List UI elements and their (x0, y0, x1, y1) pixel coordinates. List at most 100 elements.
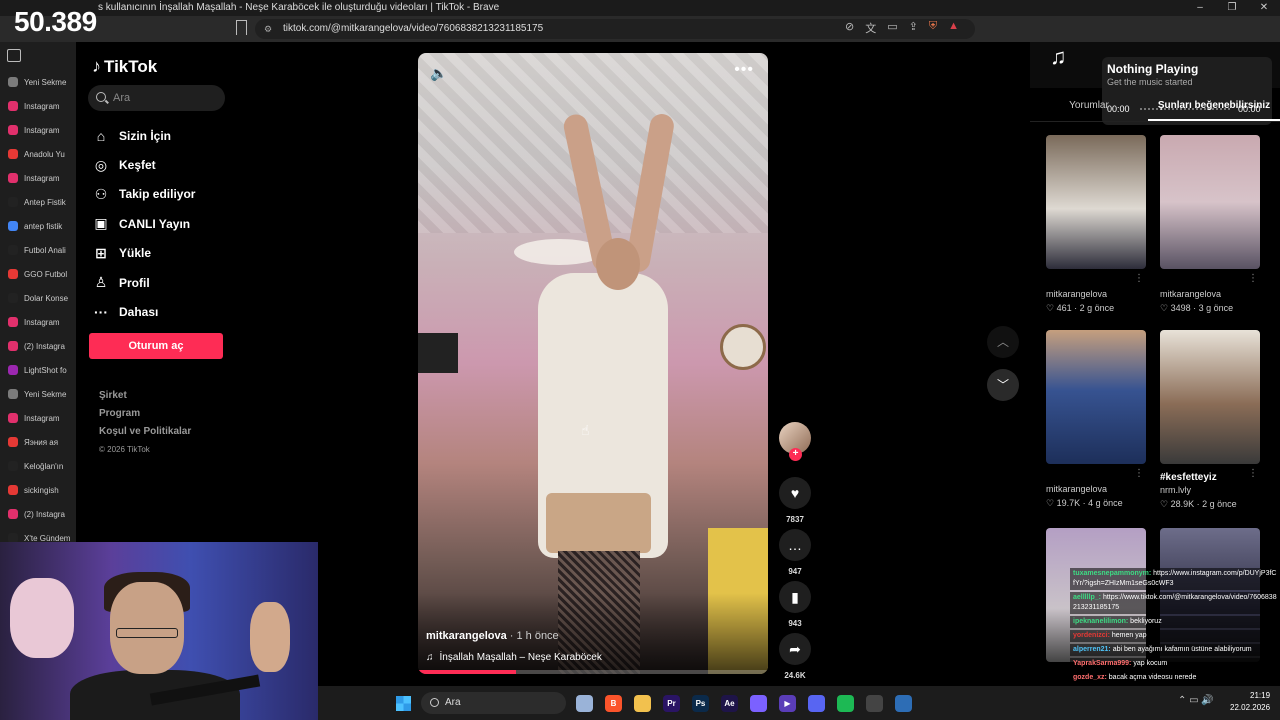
nav-item[interactable]: ♙ Profil (92, 268, 195, 297)
taskbar-app-icon[interactable]: B (605, 695, 622, 712)
previous-video-button[interactable]: ︿ (987, 326, 1019, 358)
video-thumbnail[interactable] (1160, 135, 1260, 269)
taskbar-clock[interactable]: 21:19 22.02.2026 (1230, 690, 1270, 714)
card-username[interactable]: mitkarangelova (1046, 484, 1146, 494)
windows-start-icon[interactable] (396, 696, 411, 711)
browser-tab[interactable]: antep fistik (0, 214, 76, 238)
chat-username: alperren21: (1073, 646, 1111, 653)
brave-rewards-icon[interactable]: ▲ (948, 20, 959, 36)
taskbar-app-icon[interactable] (634, 695, 651, 712)
browser-tab[interactable]: Anadolu Yu (0, 142, 76, 166)
tab-suggested[interactable]: Şunları beğenebilirsiniz (1148, 94, 1280, 121)
browser-tab[interactable]: LightShot fo (0, 358, 76, 382)
login-button[interactable]: Oturum aç (89, 333, 223, 359)
tab-comments[interactable]: Yorumlar (1030, 94, 1148, 121)
browser-tab[interactable]: Instagram (0, 406, 76, 430)
card-more-icon[interactable]: ⋮ (1134, 273, 1144, 284)
browser-tab[interactable]: Instagram (0, 166, 76, 190)
card-stats: ♡ 3498 · 3 g önce (1160, 303, 1234, 313)
tab-favicon-icon (8, 197, 18, 207)
video-music[interactable]: ♫ İnşallah Maşallah – Neşe Karaböcek (426, 652, 602, 663)
tiktok-logo[interactable]: ♪ TikTok (92, 56, 157, 77)
nav-item[interactable]: ⊞ Yükle (92, 239, 195, 268)
browser-tab[interactable]: Dolar Konse (0, 286, 76, 310)
card-more-icon[interactable]: ⋮ (1134, 468, 1144, 479)
taskbar-app-icon[interactable] (895, 695, 912, 712)
taskbar-search[interactable]: Ara (421, 692, 566, 714)
music-note-icon: ♫ (1050, 44, 1067, 69)
taskbar-app-icon[interactable]: Pr (663, 695, 680, 712)
video-progress-bar[interactable] (418, 670, 768, 674)
avatar[interactable]: + (779, 422, 811, 461)
browser-tab[interactable]: Futbol Anali (0, 238, 76, 262)
card-more-icon[interactable]: ⋮ (1248, 468, 1258, 479)
comment-button[interactable]: … 947 (779, 529, 811, 576)
brave-shield-icon[interactable]: ⛨ (929, 20, 937, 36)
browser-tab[interactable]: Antep Fistik (0, 190, 76, 214)
card-more-icon[interactable]: ⋮ (1248, 273, 1258, 284)
taskbar-app-icon[interactable]: ▶ (779, 695, 796, 712)
browser-tab[interactable]: (2) Instagra (0, 502, 76, 526)
browser-tab[interactable]: Yeni Sekme (0, 382, 76, 406)
like-button[interactable]: ♥ 7837 (779, 477, 811, 524)
cast-icon[interactable]: ▭ (887, 20, 897, 36)
browser-tab[interactable]: Яэния ая (0, 430, 76, 454)
taskbar-app-icon[interactable] (808, 695, 825, 712)
browser-tab[interactable]: Instagram (0, 118, 76, 142)
nav-item[interactable]: ⌂ Sizin İçin (92, 121, 195, 150)
nav-item[interactable]: ⚇ Takip ediliyor (92, 180, 196, 209)
browser-tab[interactable]: sickingish (0, 478, 76, 502)
suggested-video-card[interactable]: ⋮ mitkarangelova ♡ 461 · 2 g önce (1046, 135, 1146, 314)
nav-item[interactable]: ··· Dahası (92, 297, 195, 326)
browser-tab[interactable]: GGO Futbol (0, 262, 76, 286)
close-button[interactable]: ✕ (1248, 0, 1280, 16)
no-camera-icon[interactable]: ⊘ (845, 20, 854, 36)
suggested-video-card[interactable]: ⋮ #kesfetteyiz nrm.lvly ♡ 28.9K · 2 g önce (1160, 330, 1260, 510)
webcam-glasses (116, 628, 178, 638)
terms-link[interactable]: Koşul ve Politikalar (99, 423, 191, 441)
card-username[interactable]: nrm.lvly (1160, 485, 1260, 495)
taskbar-app-icon[interactable] (837, 695, 854, 712)
browser-tab[interactable]: Yeni Sekme (0, 70, 76, 94)
program-link[interactable]: Program (99, 405, 191, 423)
browser-tab[interactable]: (2) Instagra (0, 334, 76, 358)
maximize-button[interactable]: ❐ (1216, 0, 1248, 16)
volume-icon[interactable]: 🔈 (430, 65, 447, 82)
site-info-icon[interactable]: ⚙ (264, 19, 272, 39)
search-input[interactable]: Ara (88, 85, 225, 111)
browser-tab[interactable]: Instagram (0, 94, 76, 118)
video-thumbnail[interactable] (1046, 135, 1146, 269)
minimize-button[interactable]: – (1184, 0, 1216, 16)
next-video-button[interactable]: ﹀ (987, 369, 1019, 401)
taskbar-app-icon[interactable] (576, 695, 593, 712)
taskbar-app-icon[interactable] (866, 695, 883, 712)
video-thumbnail[interactable] (1046, 330, 1146, 464)
video-player[interactable]: 🔈 ••• mitkarangelova · 1 h önce ♫ İnşalla… (418, 53, 768, 674)
bookmark-icon[interactable] (236, 20, 247, 35)
translate-icon[interactable]: 文 (865, 20, 876, 36)
video-author[interactable]: mitkarangelova · 1 h önce (426, 630, 559, 642)
video-thumbnail[interactable] (1160, 330, 1260, 464)
follow-plus-icon[interactable]: + (789, 448, 802, 461)
browser-tab[interactable]: Instagram (0, 310, 76, 334)
system-tray[interactable]: ⌃ ▭ 🔊 (1178, 695, 1214, 706)
taskbar-app-icon[interactable] (750, 695, 767, 712)
company-link[interactable]: Şirket (99, 387, 191, 405)
sidebar-toggle-icon[interactable] (7, 49, 21, 62)
share-icon[interactable]: ⇪ (909, 20, 918, 36)
suggested-video-card[interactable]: ⋮ mitkarangelova ♡ 3498 · 3 g önce (1160, 135, 1260, 314)
save-button[interactable]: ▮ 943 (779, 581, 811, 628)
nav-item[interactable]: ◎ Keşfet (92, 150, 195, 179)
share-button[interactable]: ➦ 24.6K (779, 633, 811, 680)
author-name: mitkarangelova (426, 630, 507, 642)
taskbar-app-icon[interactable]: Ps (692, 695, 709, 712)
card-username[interactable]: mitkarangelova (1046, 289, 1146, 299)
now-playing-subtitle: Get the music started (1107, 77, 1193, 87)
more-options-icon[interactable]: ••• (734, 61, 754, 79)
share-arrow-icon: ➦ (779, 633, 811, 665)
browser-tab[interactable]: Keloğlan'ın (0, 454, 76, 478)
suggested-video-card[interactable]: ⋮ mitkarangelova ♡ 19.7K · 4 g önce (1046, 330, 1146, 509)
taskbar-app-icon[interactable]: Ae (721, 695, 738, 712)
card-username[interactable]: mitkarangelova (1160, 289, 1260, 299)
nav-item[interactable]: ▣ CANLI Yayın (92, 209, 195, 238)
